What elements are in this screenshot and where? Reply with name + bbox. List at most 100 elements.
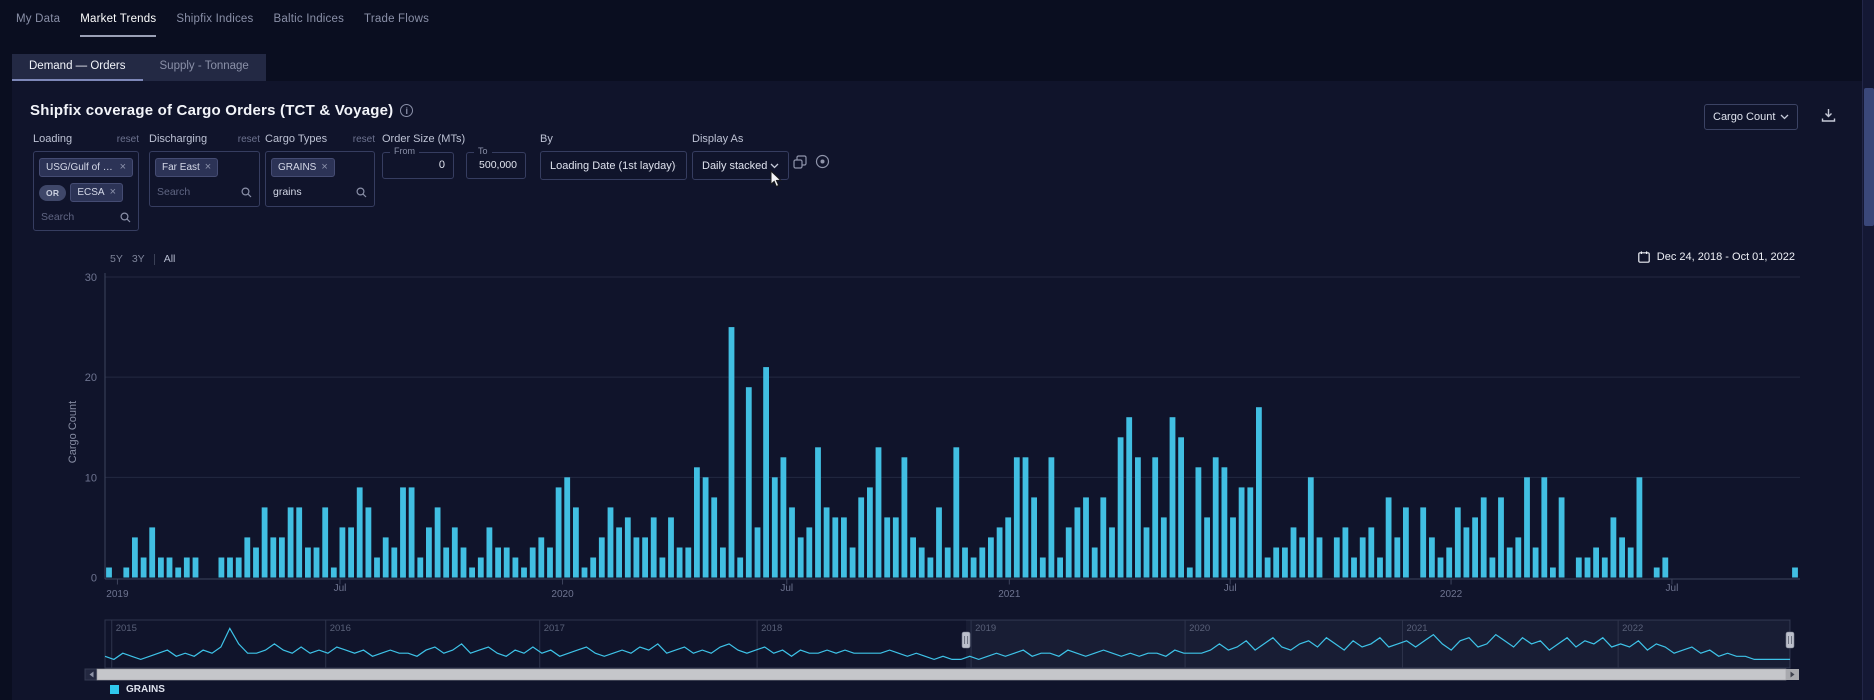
bar[interactable] xyxy=(487,527,493,577)
bar[interactable] xyxy=(1213,457,1219,577)
order-size-to-field[interactable]: To 500,000 xyxy=(466,152,526,179)
bar[interactable] xyxy=(660,558,666,578)
bar[interactable] xyxy=(953,447,959,577)
bar[interactable] xyxy=(962,548,968,578)
bar[interactable] xyxy=(1005,517,1011,577)
bar[interactable] xyxy=(1092,548,1098,578)
bar[interactable] xyxy=(1515,537,1521,577)
bar[interactable] xyxy=(616,527,622,577)
by-selector[interactable]: Loading Date (1st layday) xyxy=(540,151,687,180)
bar[interactable] xyxy=(288,507,294,577)
bar[interactable] xyxy=(668,517,674,577)
bar[interactable] xyxy=(694,467,700,577)
filter-discharging-reset[interactable]: reset xyxy=(238,134,260,145)
bar[interactable] xyxy=(279,537,285,577)
bar[interactable] xyxy=(703,477,709,577)
bar[interactable] xyxy=(357,487,363,577)
bar[interactable] xyxy=(1637,477,1643,577)
bar[interactable] xyxy=(608,507,614,577)
bar[interactable] xyxy=(1368,527,1374,577)
bar[interactable] xyxy=(1351,558,1357,578)
navigator-handle[interactable] xyxy=(1786,632,1794,648)
bar[interactable] xyxy=(141,558,147,578)
bar[interactable] xyxy=(469,568,475,578)
bar[interactable] xyxy=(1507,548,1513,578)
bar[interactable] xyxy=(123,568,129,578)
bar[interactable] xyxy=(383,537,389,577)
bar[interactable] xyxy=(478,558,484,578)
bar[interactable] xyxy=(1576,558,1582,578)
bar[interactable] xyxy=(452,527,458,577)
bar[interactable] xyxy=(1291,527,1297,577)
bar[interactable] xyxy=(1533,548,1539,578)
chip-grains[interactable]: GRAINS × xyxy=(271,158,335,177)
bar[interactable] xyxy=(815,447,821,577)
bar[interactable] xyxy=(305,548,311,578)
bar[interactable] xyxy=(1040,558,1046,578)
discharging-search[interactable]: Search xyxy=(155,184,254,198)
bar[interactable] xyxy=(1222,467,1228,577)
bar[interactable] xyxy=(1118,437,1124,577)
bar[interactable] xyxy=(1611,517,1617,577)
bar[interactable] xyxy=(175,568,181,578)
download-button[interactable] xyxy=(1821,108,1836,123)
bar[interactable] xyxy=(763,367,769,577)
window-scrollbar[interactable] xyxy=(1862,0,1874,700)
bar[interactable] xyxy=(1031,497,1037,577)
bar[interactable] xyxy=(590,558,596,578)
bar[interactable] xyxy=(1083,497,1089,577)
bar[interactable] xyxy=(1420,507,1426,577)
bar[interactable] xyxy=(979,548,985,578)
bar[interactable] xyxy=(1247,487,1253,577)
bar[interactable] xyxy=(824,507,830,577)
bar[interactable] xyxy=(1438,558,1444,578)
bar[interactable] xyxy=(1662,558,1668,578)
bar[interactable] xyxy=(314,548,320,578)
bar[interactable] xyxy=(1429,537,1435,577)
bar[interactable] xyxy=(772,477,778,577)
bar[interactable] xyxy=(711,497,717,577)
order-size-from-field[interactable]: From 0 xyxy=(382,152,454,179)
bar[interactable] xyxy=(253,548,259,578)
bar[interactable] xyxy=(1386,497,1392,577)
bar[interactable] xyxy=(1075,507,1081,577)
bar[interactable] xyxy=(1239,487,1245,577)
bar[interactable] xyxy=(1585,558,1591,578)
bar[interactable] xyxy=(677,548,683,578)
bar[interactable] xyxy=(910,537,916,577)
bar[interactable] xyxy=(1100,497,1106,577)
remove-chip-icon[interactable]: × xyxy=(120,162,126,173)
bar[interactable] xyxy=(219,558,225,578)
bar[interactable] xyxy=(781,457,787,577)
bar[interactable] xyxy=(1654,568,1660,578)
bar[interactable] xyxy=(1196,467,1202,577)
navigator-handle[interactable] xyxy=(962,632,970,648)
bar[interactable] xyxy=(1187,568,1193,578)
cargo-orders-chart[interactable]: 0102030Cargo Count2019Jul2020Jul2021Jul2… xyxy=(0,248,1874,700)
bar[interactable] xyxy=(322,507,328,577)
remove-chip-icon[interactable]: × xyxy=(205,162,211,173)
bar[interactable] xyxy=(1464,527,1470,577)
bar[interactable] xyxy=(1446,548,1452,578)
bar[interactable] xyxy=(1377,558,1383,578)
bar[interactable] xyxy=(1299,537,1305,577)
bar[interactable] xyxy=(573,507,579,577)
bar[interactable] xyxy=(1144,527,1150,577)
bar[interactable] xyxy=(184,558,190,578)
bar[interactable] xyxy=(1308,477,1314,577)
bar[interactable] xyxy=(495,548,501,578)
chip-far-east[interactable]: Far East × xyxy=(155,158,218,177)
bar[interactable] xyxy=(876,447,882,577)
nav-item-trade-flows[interactable]: Trade Flows xyxy=(364,13,429,37)
bar[interactable] xyxy=(1178,437,1184,577)
bar[interactable] xyxy=(858,497,864,577)
bar[interactable] xyxy=(538,537,544,577)
bar[interactable] xyxy=(564,477,570,577)
bar[interactable] xyxy=(461,548,467,578)
bar[interactable] xyxy=(149,527,155,577)
bar[interactable] xyxy=(348,527,354,577)
bar[interactable] xyxy=(945,548,951,578)
bar[interactable] xyxy=(841,517,847,577)
bar[interactable] xyxy=(919,548,925,578)
bar[interactable] xyxy=(1282,548,1288,578)
